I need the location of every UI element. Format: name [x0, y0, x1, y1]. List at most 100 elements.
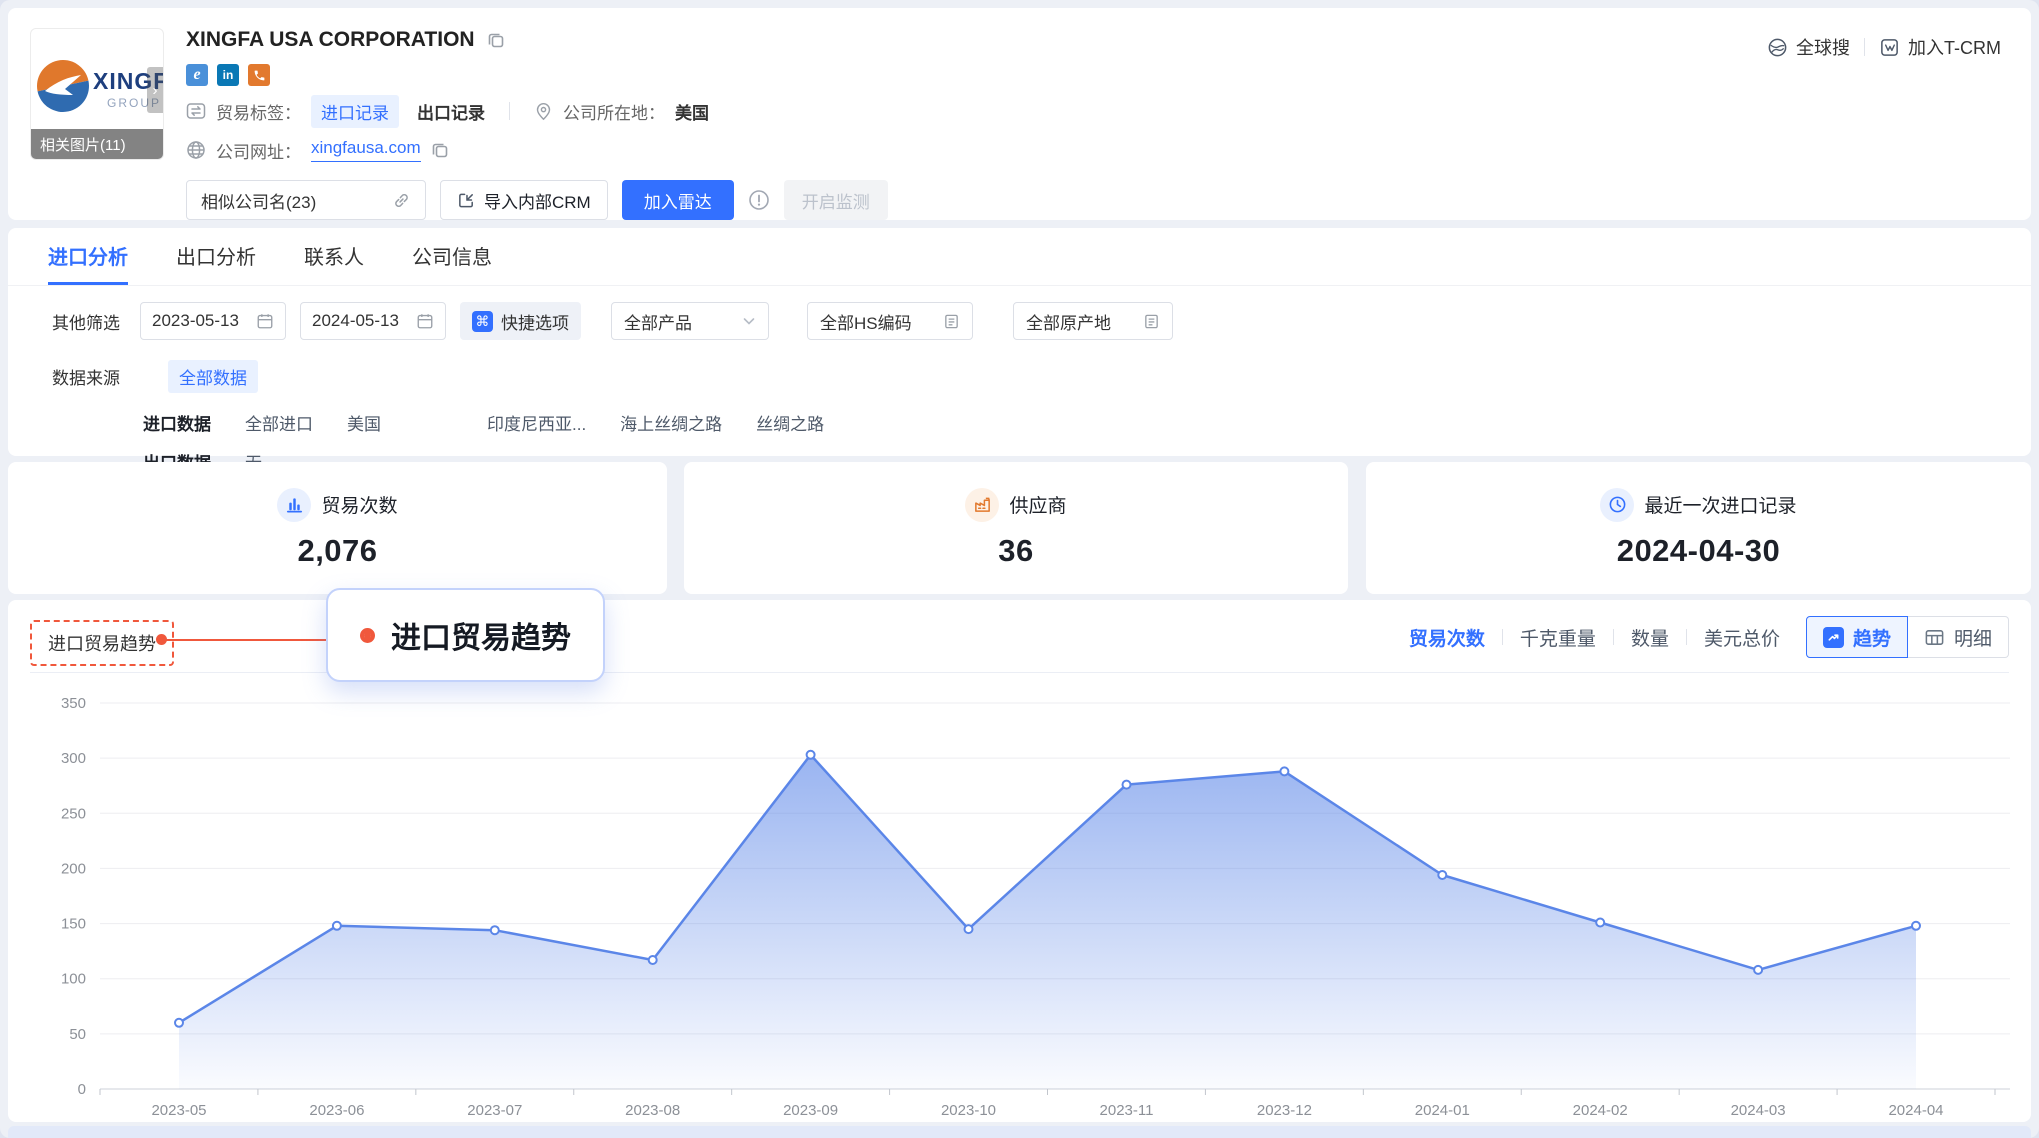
tag-export-records[interactable]: 出口记录	[417, 99, 485, 124]
svg-text:100: 100	[60, 971, 85, 988]
linkedin-icon[interactable]: in	[217, 64, 239, 86]
tab-export-analysis[interactable]: 出口分析	[176, 228, 256, 285]
tab-company-info[interactable]: 公司信息	[412, 228, 492, 285]
calendar-icon	[256, 312, 274, 330]
document-list-icon	[943, 313, 960, 330]
import-source-all[interactable]: 全部进口	[245, 410, 313, 435]
view-toggle: 趋势 明细	[1806, 616, 2009, 658]
suppliers-value: 36	[998, 533, 1033, 569]
tab-bar: 进口分析 出口分析 联系人 公司信息	[8, 228, 2031, 286]
annotation-callout: 进口贸易趋势	[326, 588, 605, 682]
suppliers-label: 供应商	[1009, 491, 1066, 518]
annotation-connector-dot	[156, 634, 167, 645]
next-section-edge	[8, 1126, 2031, 1138]
location-label: 公司所在地：	[563, 99, 665, 124]
svg-text:150: 150	[60, 916, 85, 933]
location-value: 美国	[675, 99, 709, 124]
tag-import-records[interactable]: 进口记录	[311, 95, 399, 128]
divider	[509, 102, 510, 120]
all-data-chip[interactable]: 全部数据	[168, 360, 258, 393]
company-logo-image: XINGFA GROUP	[35, 55, 163, 117]
import-source-maritime-silk-road[interactable]: 海上丝绸之路	[620, 410, 722, 435]
related-images-label[interactable]: 相关图片(11)	[31, 129, 163, 159]
svg-text:50: 50	[69, 1026, 86, 1043]
website-social-icon[interactable]: e	[186, 64, 208, 86]
similar-companies-label: 相似公司名(23)	[201, 188, 316, 213]
global-search-button[interactable]: 全球搜	[1767, 34, 1850, 60]
quick-options-button[interactable]: ⌘ 快捷选项	[460, 302, 581, 340]
trade-tag-label: 贸易标签：	[216, 99, 301, 124]
svg-text:2024-03: 2024-03	[1730, 1102, 1785, 1117]
products-select[interactable]: 全部产品	[611, 302, 769, 340]
trade-count-label: 贸易次数	[321, 491, 397, 518]
origin-select-value: 全部原产地	[1026, 309, 1111, 334]
origin-select[interactable]: 全部原产地	[1013, 302, 1173, 340]
tab-contacts[interactable]: 联系人	[304, 228, 364, 285]
metric-trade-count[interactable]: 贸易次数	[1409, 624, 1485, 651]
hs-code-select[interactable]: 全部HS编码	[807, 302, 973, 340]
global-search-label: 全球搜	[1796, 34, 1850, 60]
chevron-down-icon	[742, 314, 756, 328]
trend-arrow-icon	[1823, 627, 1844, 648]
quick-options-label: 快捷选项	[501, 309, 569, 334]
svg-text:2023-12: 2023-12	[1256, 1102, 1311, 1117]
svg-text:2023-11: 2023-11	[1099, 1102, 1153, 1117]
end-date-value: 2024-05-13	[312, 311, 399, 331]
analysis-card: 进口分析 出口分析 联系人 公司信息 其他筛选 2023-05-13 2024-…	[8, 228, 2031, 456]
info-circle-icon[interactable]	[748, 189, 770, 211]
divider	[1502, 629, 1503, 645]
import-source-indonesia[interactable]: 印度尼西亚...	[487, 410, 586, 435]
company-header-card: XINGFA GROUP › 相关图片(11) XINGFA USA CORPO…	[8, 8, 2031, 220]
start-monitor-label: 开启监测	[802, 188, 870, 213]
join-tcrm-label: 加入T-CRM	[1908, 34, 2001, 60]
copy-company-name-icon[interactable]	[487, 31, 505, 49]
add-radar-button[interactable]: 加入雷达	[622, 180, 734, 220]
join-tcrm-button[interactable]: 加入T-CRM	[1879, 34, 2001, 60]
end-date-picker[interactable]: 2024-05-13	[300, 302, 446, 340]
company-name: XINGFA USA CORPORATION	[186, 28, 475, 52]
import-source-usa[interactable]: 美国	[347, 410, 381, 435]
svg-text:2023-10: 2023-10	[940, 1102, 995, 1117]
products-select-value: 全部产品	[624, 309, 692, 334]
import-source-silk-road[interactable]: 丝绸之路	[756, 410, 824, 435]
bar-chart-icon	[285, 495, 304, 514]
metric-quantity[interactable]: 数量	[1631, 624, 1669, 651]
metric-usd-total[interactable]: 美元总价	[1704, 624, 1780, 651]
view-detail-button[interactable]: 明细	[1908, 616, 2009, 658]
start-date-picker[interactable]: 2023-05-13	[140, 302, 286, 340]
website-link[interactable]: xingfausa.com	[311, 138, 421, 162]
import-trend-section-title: 进口贸易趋势	[30, 620, 174, 666]
stat-card-latest-import: 最近一次进口记录 2024-04-30	[1366, 462, 2031, 594]
globe-icon	[186, 140, 206, 160]
svg-text:350: 350	[60, 695, 85, 712]
clock-icon	[1608, 495, 1627, 514]
command-icon: ⌘	[472, 311, 493, 332]
copy-website-icon[interactable]	[431, 141, 449, 159]
start-monitor-button[interactable]: 开启监测	[784, 180, 888, 220]
view-trend-label: 趋势	[1853, 624, 1891, 651]
hs-code-select-value: 全部HS编码	[820, 309, 912, 334]
website-label: 公司网址：	[216, 138, 301, 163]
phone-icon[interactable]	[248, 64, 270, 86]
latest-import-label: 最近一次进口记录	[1644, 491, 1796, 518]
company-logo[interactable]: XINGFA GROUP › 相关图片(11)	[30, 28, 164, 160]
link-icon	[392, 191, 411, 210]
divider	[1864, 38, 1865, 56]
svg-text:250: 250	[60, 805, 85, 822]
logo-next-arrow[interactable]: ›	[147, 67, 163, 113]
table-grid-icon	[1924, 627, 1945, 648]
annotation-bullet-icon	[360, 628, 375, 643]
similar-companies-button[interactable]: 相似公司名(23)	[186, 180, 426, 220]
svg-text:2023-08: 2023-08	[625, 1102, 680, 1117]
location-pin-icon	[534, 102, 553, 121]
trade-tags-icon	[186, 101, 206, 121]
import-trend-chart: 0501001502002503003502023-052023-062023-…	[20, 677, 2020, 1117]
start-date-value: 2023-05-13	[152, 311, 239, 331]
document-list-icon	[1143, 313, 1160, 330]
tab-import-analysis[interactable]: 进口分析	[48, 228, 128, 285]
view-trend-button[interactable]: 趋势	[1806, 616, 1908, 658]
metric-kg-weight[interactable]: 千克重量	[1520, 624, 1596, 651]
import-crm-button[interactable]: 导入内部CRM	[440, 180, 608, 220]
svg-text:2023-09: 2023-09	[783, 1102, 838, 1117]
svg-text:0: 0	[77, 1081, 85, 1098]
